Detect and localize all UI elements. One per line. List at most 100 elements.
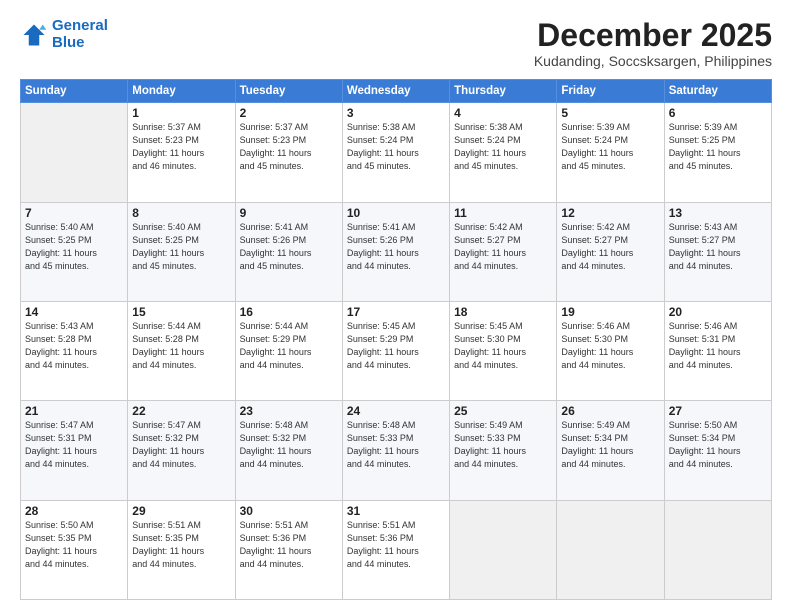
day-number: 2 [240, 106, 338, 120]
logo-icon [20, 21, 48, 49]
calendar-table: SundayMondayTuesdayWednesdayThursdayFrid… [20, 79, 772, 600]
day-number: 15 [132, 305, 230, 319]
calendar-cell: 20Sunrise: 5:46 AM Sunset: 5:31 PM Dayli… [664, 301, 771, 400]
calendar-cell: 27Sunrise: 5:50 AM Sunset: 5:34 PM Dayli… [664, 401, 771, 500]
calendar-cell: 22Sunrise: 5:47 AM Sunset: 5:32 PM Dayli… [128, 401, 235, 500]
day-info: Sunrise: 5:38 AM Sunset: 5:24 PM Dayligh… [347, 121, 445, 173]
day-info: Sunrise: 5:41 AM Sunset: 5:26 PM Dayligh… [347, 221, 445, 273]
day-info: Sunrise: 5:47 AM Sunset: 5:31 PM Dayligh… [25, 419, 123, 471]
calendar-cell: 6Sunrise: 5:39 AM Sunset: 5:25 PM Daylig… [664, 103, 771, 202]
calendar-cell: 15Sunrise: 5:44 AM Sunset: 5:28 PM Dayli… [128, 301, 235, 400]
day-info: Sunrise: 5:40 AM Sunset: 5:25 PM Dayligh… [132, 221, 230, 273]
day-info: Sunrise: 5:44 AM Sunset: 5:28 PM Dayligh… [132, 320, 230, 372]
calendar-week-4: 21Sunrise: 5:47 AM Sunset: 5:31 PM Dayli… [21, 401, 772, 500]
day-info: Sunrise: 5:42 AM Sunset: 5:27 PM Dayligh… [454, 221, 552, 273]
calendar-cell: 9Sunrise: 5:41 AM Sunset: 5:26 PM Daylig… [235, 202, 342, 301]
calendar-cell: 3Sunrise: 5:38 AM Sunset: 5:24 PM Daylig… [342, 103, 449, 202]
calendar-cell: 23Sunrise: 5:48 AM Sunset: 5:32 PM Dayli… [235, 401, 342, 500]
calendar-cell: 12Sunrise: 5:42 AM Sunset: 5:27 PM Dayli… [557, 202, 664, 301]
day-info: Sunrise: 5:46 AM Sunset: 5:30 PM Dayligh… [561, 320, 659, 372]
calendar-cell: 29Sunrise: 5:51 AM Sunset: 5:35 PM Dayli… [128, 500, 235, 599]
calendar-cell: 30Sunrise: 5:51 AM Sunset: 5:36 PM Dayli… [235, 500, 342, 599]
month-title: December 2025 [534, 18, 772, 53]
day-info: Sunrise: 5:41 AM Sunset: 5:26 PM Dayligh… [240, 221, 338, 273]
day-number: 20 [669, 305, 767, 319]
header: General Blue December 2025 Kudanding, So… [20, 18, 772, 69]
day-info: Sunrise: 5:39 AM Sunset: 5:25 PM Dayligh… [669, 121, 767, 173]
day-number: 26 [561, 404, 659, 418]
day-info: Sunrise: 5:40 AM Sunset: 5:25 PM Dayligh… [25, 221, 123, 273]
calendar-cell: 14Sunrise: 5:43 AM Sunset: 5:28 PM Dayli… [21, 301, 128, 400]
day-number: 22 [132, 404, 230, 418]
calendar-cell: 17Sunrise: 5:45 AM Sunset: 5:29 PM Dayli… [342, 301, 449, 400]
weekday-header-sunday: Sunday [21, 80, 128, 103]
calendar-cell: 7Sunrise: 5:40 AM Sunset: 5:25 PM Daylig… [21, 202, 128, 301]
day-number: 30 [240, 504, 338, 518]
day-info: Sunrise: 5:37 AM Sunset: 5:23 PM Dayligh… [240, 121, 338, 173]
day-info: Sunrise: 5:48 AM Sunset: 5:33 PM Dayligh… [347, 419, 445, 471]
logo-text: General Blue [52, 18, 108, 51]
logo: General Blue [20, 18, 108, 51]
title-block: December 2025 Kudanding, Soccsksargen, P… [534, 18, 772, 69]
day-number: 3 [347, 106, 445, 120]
weekday-header-tuesday: Tuesday [235, 80, 342, 103]
day-info: Sunrise: 5:51 AM Sunset: 5:35 PM Dayligh… [132, 519, 230, 571]
day-number: 8 [132, 206, 230, 220]
day-number: 13 [669, 206, 767, 220]
calendar-cell: 4Sunrise: 5:38 AM Sunset: 5:24 PM Daylig… [450, 103, 557, 202]
calendar-cell: 1Sunrise: 5:37 AM Sunset: 5:23 PM Daylig… [128, 103, 235, 202]
day-number: 23 [240, 404, 338, 418]
calendar-cell: 18Sunrise: 5:45 AM Sunset: 5:30 PM Dayli… [450, 301, 557, 400]
calendar-week-2: 7Sunrise: 5:40 AM Sunset: 5:25 PM Daylig… [21, 202, 772, 301]
weekday-header-thursday: Thursday [450, 80, 557, 103]
day-info: Sunrise: 5:39 AM Sunset: 5:24 PM Dayligh… [561, 121, 659, 173]
day-info: Sunrise: 5:45 AM Sunset: 5:30 PM Dayligh… [454, 320, 552, 372]
day-info: Sunrise: 5:49 AM Sunset: 5:34 PM Dayligh… [561, 419, 659, 471]
calendar-cell [557, 500, 664, 599]
day-number: 31 [347, 504, 445, 518]
calendar-cell: 11Sunrise: 5:42 AM Sunset: 5:27 PM Dayli… [450, 202, 557, 301]
day-number: 24 [347, 404, 445, 418]
day-info: Sunrise: 5:44 AM Sunset: 5:29 PM Dayligh… [240, 320, 338, 372]
day-info: Sunrise: 5:51 AM Sunset: 5:36 PM Dayligh… [240, 519, 338, 571]
calendar-cell: 25Sunrise: 5:49 AM Sunset: 5:33 PM Dayli… [450, 401, 557, 500]
day-number: 29 [132, 504, 230, 518]
day-number: 17 [347, 305, 445, 319]
day-number: 25 [454, 404, 552, 418]
day-number: 16 [240, 305, 338, 319]
day-number: 9 [240, 206, 338, 220]
day-number: 27 [669, 404, 767, 418]
weekday-header-saturday: Saturday [664, 80, 771, 103]
day-number: 28 [25, 504, 123, 518]
day-number: 14 [25, 305, 123, 319]
day-info: Sunrise: 5:37 AM Sunset: 5:23 PM Dayligh… [132, 121, 230, 173]
calendar-cell: 8Sunrise: 5:40 AM Sunset: 5:25 PM Daylig… [128, 202, 235, 301]
calendar-cell: 10Sunrise: 5:41 AM Sunset: 5:26 PM Dayli… [342, 202, 449, 301]
day-number: 11 [454, 206, 552, 220]
calendar-cell: 5Sunrise: 5:39 AM Sunset: 5:24 PM Daylig… [557, 103, 664, 202]
calendar-week-3: 14Sunrise: 5:43 AM Sunset: 5:28 PM Dayli… [21, 301, 772, 400]
day-number: 21 [25, 404, 123, 418]
calendar-week-5: 28Sunrise: 5:50 AM Sunset: 5:35 PM Dayli… [21, 500, 772, 599]
day-info: Sunrise: 5:38 AM Sunset: 5:24 PM Dayligh… [454, 121, 552, 173]
day-number: 5 [561, 106, 659, 120]
calendar-cell: 24Sunrise: 5:48 AM Sunset: 5:33 PM Dayli… [342, 401, 449, 500]
calendar-cell: 28Sunrise: 5:50 AM Sunset: 5:35 PM Dayli… [21, 500, 128, 599]
day-number: 6 [669, 106, 767, 120]
calendar-cell: 16Sunrise: 5:44 AM Sunset: 5:29 PM Dayli… [235, 301, 342, 400]
day-number: 19 [561, 305, 659, 319]
day-info: Sunrise: 5:50 AM Sunset: 5:34 PM Dayligh… [669, 419, 767, 471]
day-number: 1 [132, 106, 230, 120]
calendar-cell: 21Sunrise: 5:47 AM Sunset: 5:31 PM Dayli… [21, 401, 128, 500]
calendar-cell: 19Sunrise: 5:46 AM Sunset: 5:30 PM Dayli… [557, 301, 664, 400]
day-info: Sunrise: 5:43 AM Sunset: 5:28 PM Dayligh… [25, 320, 123, 372]
day-info: Sunrise: 5:45 AM Sunset: 5:29 PM Dayligh… [347, 320, 445, 372]
day-number: 10 [347, 206, 445, 220]
calendar-cell: 2Sunrise: 5:37 AM Sunset: 5:23 PM Daylig… [235, 103, 342, 202]
day-number: 12 [561, 206, 659, 220]
calendar-cell: 26Sunrise: 5:49 AM Sunset: 5:34 PM Dayli… [557, 401, 664, 500]
calendar-cell [21, 103, 128, 202]
day-info: Sunrise: 5:46 AM Sunset: 5:31 PM Dayligh… [669, 320, 767, 372]
page: General Blue December 2025 Kudanding, So… [0, 0, 792, 612]
day-number: 18 [454, 305, 552, 319]
